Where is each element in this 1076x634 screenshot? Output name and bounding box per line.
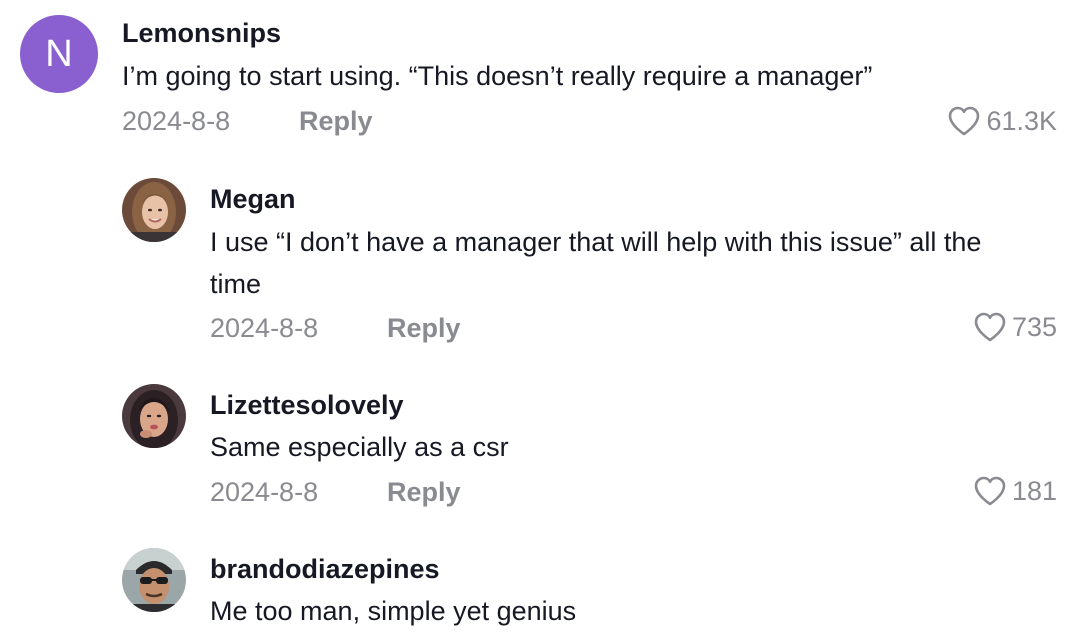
comment-username[interactable]: brandodiazepines — [210, 554, 440, 585]
comment: N Lemonsnips I’m going to start using. “… — [0, 0, 1076, 150]
avatar-photo — [122, 178, 186, 242]
comment-text: Me too man, simple yet genius — [210, 596, 577, 626]
comment-username[interactable]: Lemonsnips — [122, 18, 281, 49]
reply-button[interactable]: Reply — [387, 313, 461, 344]
avatar-photo — [122, 548, 186, 612]
comment-username[interactable]: Megan — [210, 184, 296, 215]
comment-date: 2024-8-8 — [210, 313, 319, 343]
like-button[interactable]: 181 — [973, 475, 1057, 507]
heart-outline-icon — [973, 475, 1007, 507]
avatar[interactable] — [122, 384, 186, 448]
like-count: 181 — [1011, 475, 1057, 506]
avatar-photo — [122, 384, 186, 448]
like-count: 61.3K — [986, 105, 1057, 136]
comment-username[interactable]: Lizettesolovely — [210, 390, 404, 421]
avatar[interactable]: N — [20, 15, 98, 93]
reply-comment: Megan I use “I don’t have a manager that… — [0, 170, 1076, 370]
comment-text: Same especially as a csr — [210, 432, 509, 462]
reply-button[interactable]: Reply — [299, 106, 373, 137]
like-count: 735 — [1011, 311, 1057, 342]
avatar[interactable] — [122, 548, 186, 612]
avatar-letter: N — [45, 32, 73, 75]
heart-outline-icon — [947, 105, 981, 137]
comment-text: I use “I don’t have a manager that will … — [210, 227, 982, 299]
reply-comment: brandodiazepines Me too man, simple yet … — [0, 544, 1076, 634]
comment-date: 2024-8-8 — [122, 106, 231, 136]
like-button[interactable]: 735 — [973, 311, 1057, 343]
reply-comment: Lizettesolovely Same especially as a csr… — [0, 380, 1076, 530]
heart-outline-icon — [973, 311, 1007, 343]
comment-date: 2024-8-8 — [210, 477, 319, 507]
reply-button[interactable]: Reply — [387, 477, 461, 508]
avatar[interactable] — [122, 178, 186, 242]
comment-text: I’m going to start using. “This doesn’t … — [122, 61, 873, 91]
like-button[interactable]: 61.3K — [947, 105, 1057, 137]
